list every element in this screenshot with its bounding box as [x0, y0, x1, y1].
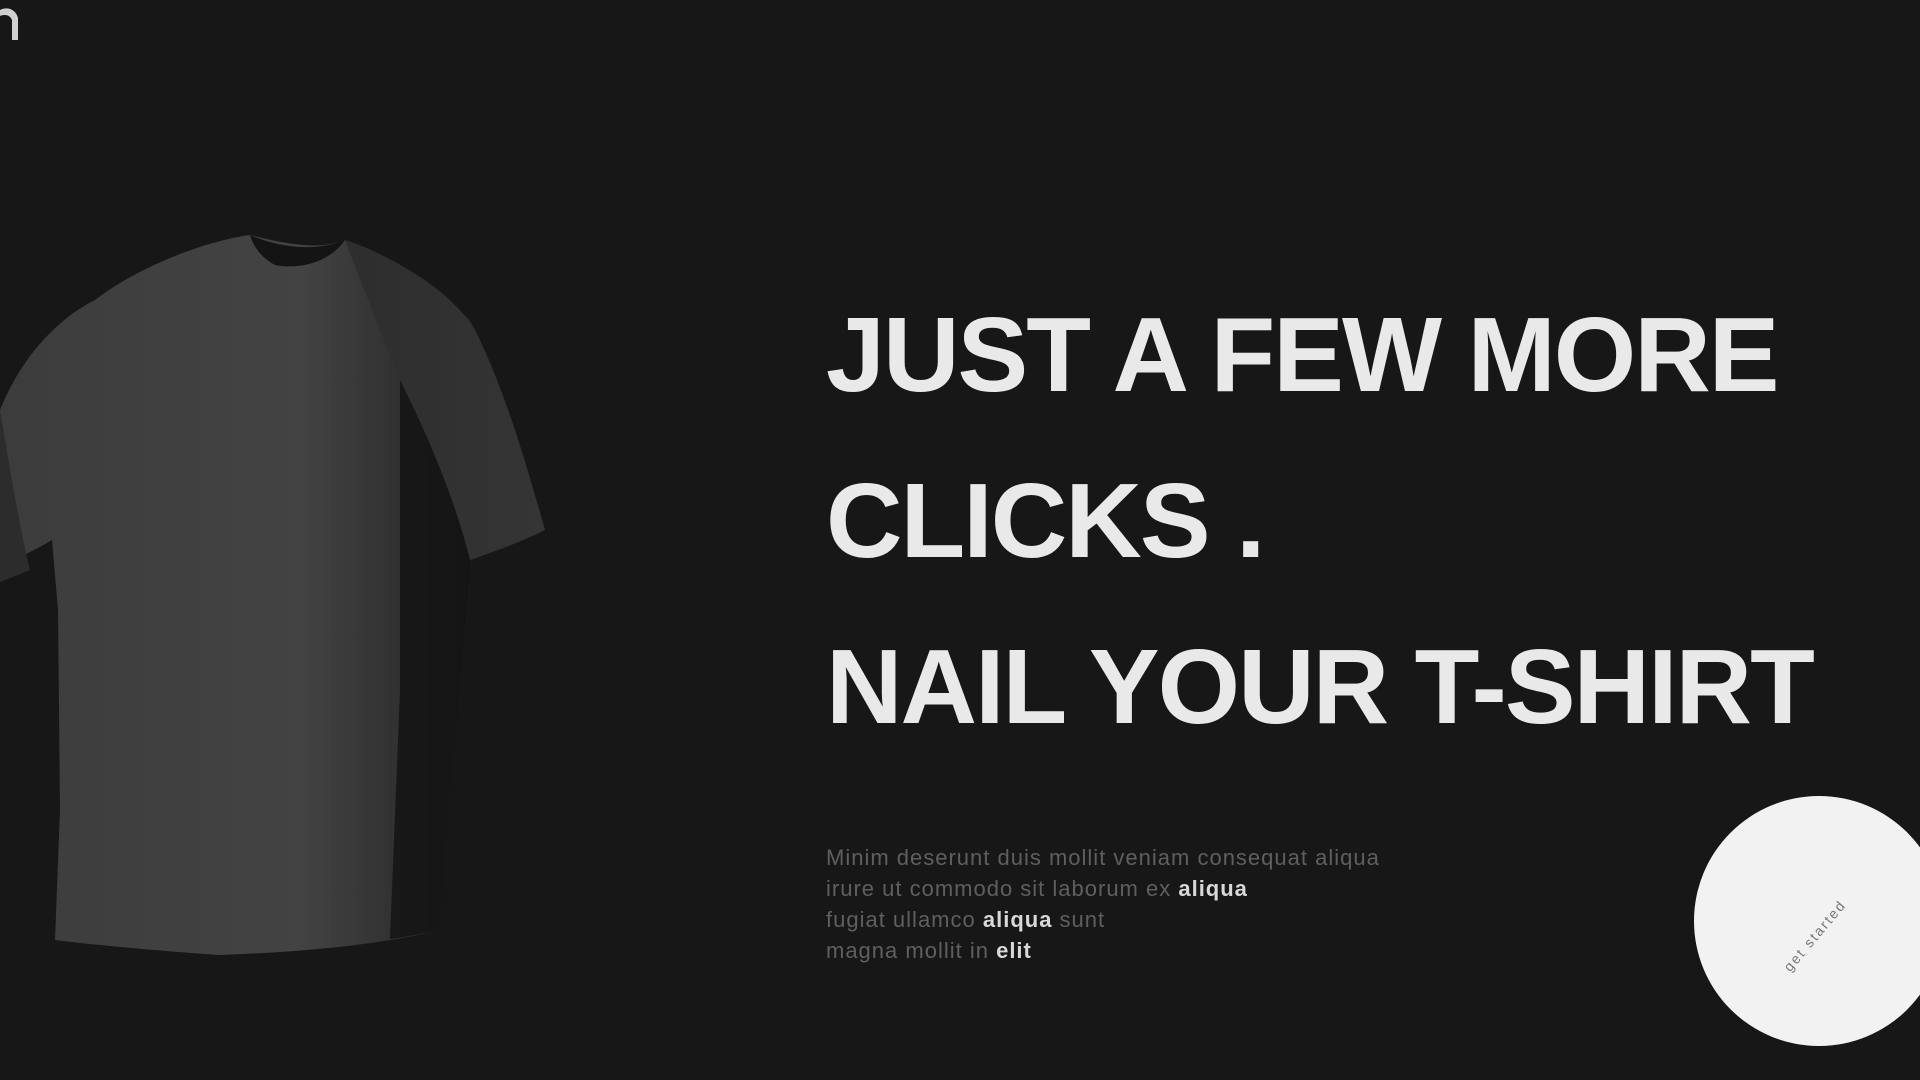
description-line-2-text: irure ut commodo sit laborum ex [826, 876, 1179, 901]
description-line-4: magna mollit in elit [826, 935, 1586, 966]
description-line-1: Minim deserunt duis mollit veniam conseq… [826, 845, 1380, 870]
description-line-3-emphasis: aliqua [982, 907, 1053, 932]
headline-line-2: CLICKS . [826, 462, 1265, 580]
headline-line-3: NAIL YOUR T-SHIRT [826, 628, 1815, 746]
description-line-4-text: magna mollit in [826, 938, 997, 963]
t-shirt-preview[interactable] [0, 210, 560, 970]
brand-logo-icon[interactable] [0, 6, 22, 46]
get-started-button[interactable]: get started [1694, 796, 1920, 1046]
description-line-3-suffix: sunt [1052, 907, 1106, 932]
description-line-3-text: fugiat ullamco [826, 907, 983, 932]
description-line-4-emphasis: elit [996, 938, 1032, 963]
customizer-landing: JUST A FEW MORE CLICKS . NAIL YOUR T-SHI… [0, 0, 1920, 1080]
description-line-2: irure ut commodo sit laborum ex aliqua [826, 873, 1586, 904]
hero-description: Minim deserunt duis mollit veniam conseq… [826, 842, 1586, 966]
description-line-2-emphasis: aliqua [1178, 876, 1248, 901]
hero-headline: JUST A FEW MORE CLICKS . NAIL YOUR T-SHI… [826, 272, 1920, 770]
get-started-label: get started [1780, 896, 1850, 975]
headline-line-1: JUST A FEW MORE [826, 296, 1779, 414]
description-line-3: fugiat ullamco aliqua sunt [826, 904, 1586, 935]
hero-section: JUST A FEW MORE CLICKS . NAIL YOUR T-SHI… [826, 272, 1920, 770]
